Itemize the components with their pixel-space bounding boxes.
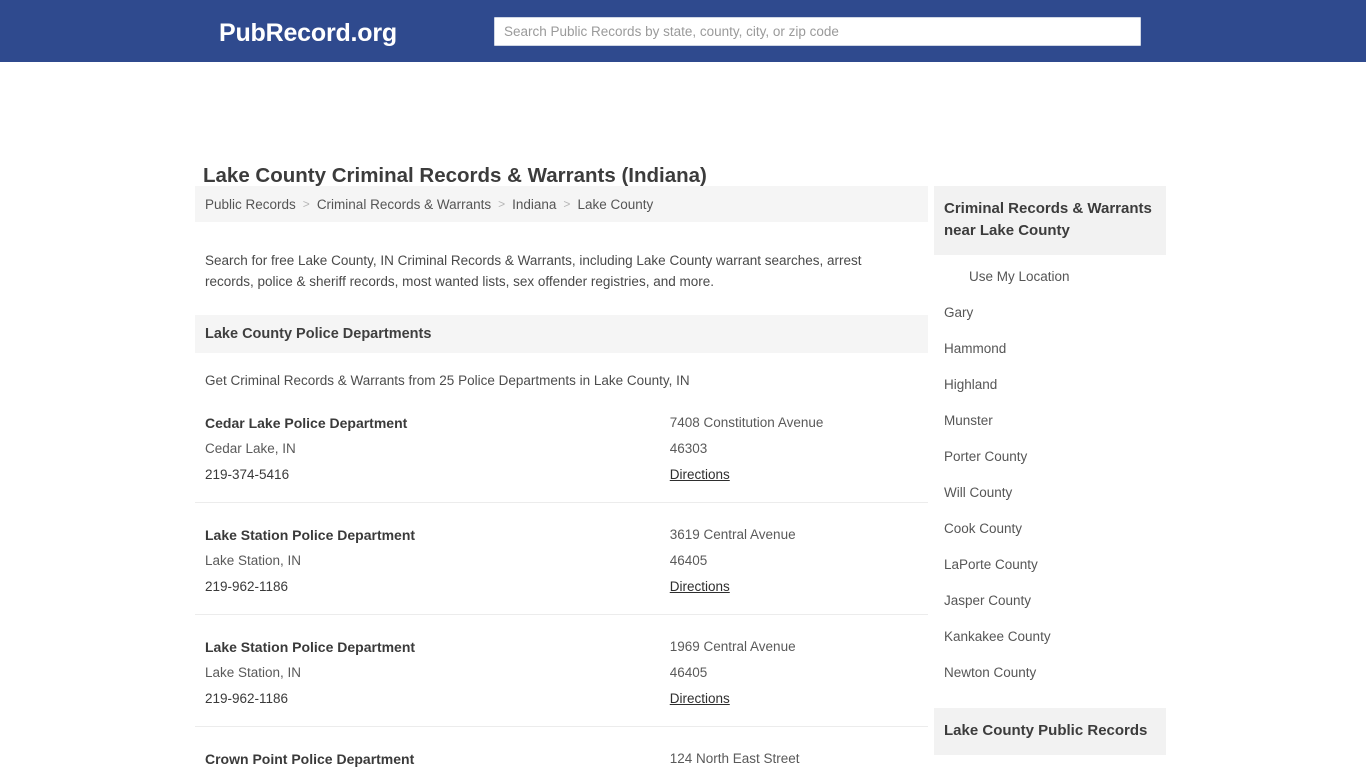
- department-phone: 219-962-1186: [205, 690, 289, 706]
- breadcrumb-separator: >: [302, 197, 310, 211]
- breadcrumb-separator: >: [498, 197, 506, 211]
- sidebar-item-gary[interactable]: Gary: [934, 295, 1166, 331]
- breadcrumb-item-public-records[interactable]: Public Records: [205, 197, 296, 212]
- sidebar-item-newton-county[interactable]: Newton County: [934, 655, 1166, 691]
- department-street: 124 North East Street: [669, 750, 800, 766]
- department-name[interactable]: Lake Station Police Department: [205, 522, 670, 548]
- sidebar-item-porter-county[interactable]: Porter County: [934, 439, 1166, 475]
- department-city: Cedar Lake, IN: [205, 440, 296, 456]
- department-phone: 219-374-5416: [205, 466, 290, 482]
- listing-right-column: 1969 Central Avenue 46405 Directions: [670, 634, 918, 712]
- listing-left-column: Lake Station Police Department Lake Stat…: [205, 634, 670, 712]
- site-header: PubRecord.org: [0, 0, 1366, 62]
- table-row: Lake Station Police Department Lake Stat…: [195, 615, 928, 727]
- listing-right-column: 7408 Constitution Avenue 46303 Direction…: [670, 410, 918, 488]
- sidebar-item-hammond[interactable]: Hammond: [934, 331, 1166, 367]
- department-name[interactable]: Lake Station Police Department: [205, 634, 670, 660]
- sidebar-item-laporte-county[interactable]: LaPorte County: [934, 547, 1166, 583]
- sidebar-item-cook-county[interactable]: Cook County: [934, 511, 1166, 547]
- directions-link[interactable]: Directions: [670, 686, 730, 712]
- listing-left-column: Crown Point Police Department Crown Poin…: [205, 746, 670, 768]
- sidebar-item-use-my-location[interactable]: Use My Location: [934, 259, 1166, 295]
- table-row: Lake Station Police Department Lake Stat…: [195, 503, 928, 615]
- listing-left-column: Lake Station Police Department Lake Stat…: [205, 522, 670, 600]
- department-phone: 219-962-1186: [205, 578, 289, 594]
- department-zip: 46405: [669, 552, 708, 568]
- breadcrumb: Public Records > Criminal Records & Warr…: [195, 186, 928, 222]
- listing-left-column: Cedar Lake Police Department Cedar Lake,…: [205, 410, 670, 488]
- breadcrumb-item-lake-county[interactable]: Lake County: [577, 197, 653, 212]
- department-zip: 46405: [669, 664, 708, 680]
- sidebar: Criminal Records & Warrants near Lake Co…: [934, 186, 1166, 768]
- listing-right-column: 124 North East Street 46307 Directions: [670, 746, 918, 768]
- breadcrumb-item-criminal-records[interactable]: Criminal Records & Warrants: [317, 197, 491, 212]
- sidebar-item-business-licenses[interactable]: Business Licenses & Records: [934, 759, 1166, 768]
- department-street: 7408 Constitution Avenue: [669, 414, 824, 430]
- section-heading: Lake County Police Departments: [195, 314, 928, 353]
- sidebar-nearby-list: Use My Location Gary Hammond Highland Mu…: [934, 255, 1166, 691]
- sidebar-item-jasper-county[interactable]: Jasper County: [934, 583, 1166, 619]
- directions-link[interactable]: Directions: [670, 574, 730, 600]
- department-street: 3619 Central Avenue: [669, 526, 796, 542]
- table-row: Cedar Lake Police Department Cedar Lake,…: [195, 391, 928, 503]
- main-content-column: Public Records > Criminal Records & Warr…: [195, 186, 928, 768]
- sidebar-heading-public-records: Lake County Public Records: [934, 708, 1166, 755]
- page-description: Search for free Lake County, IN Criminal…: [205, 252, 862, 290]
- search-input[interactable]: [494, 17, 1141, 46]
- table-row: Crown Point Police Department Crown Poin…: [195, 727, 928, 768]
- sidebar-heading-nearby: Criminal Records & Warrants near Lake Co…: [934, 186, 1166, 255]
- department-city: Lake Station, IN: [205, 552, 302, 568]
- listing-right-column: 3619 Central Avenue 46405 Directions: [670, 522, 918, 600]
- department-name[interactable]: Crown Point Police Department: [205, 746, 670, 768]
- breadcrumb-separator: >: [563, 197, 571, 211]
- breadcrumb-item-indiana[interactable]: Indiana: [512, 197, 556, 212]
- sidebar-item-will-county[interactable]: Will County: [934, 475, 1166, 511]
- department-name[interactable]: Cedar Lake Police Department: [205, 410, 670, 436]
- site-logo[interactable]: PubRecord.org: [219, 19, 397, 47]
- sidebar-item-highland[interactable]: Highland: [934, 367, 1166, 403]
- department-zip: 46303: [669, 440, 708, 456]
- sidebar-item-kankakee-county[interactable]: Kankakee County: [934, 619, 1166, 655]
- directions-link[interactable]: Directions: [670, 462, 730, 488]
- sidebar-public-records-list: Business Licenses & Records Court Record…: [934, 755, 1166, 768]
- department-city: Lake Station, IN: [205, 664, 302, 680]
- sidebar-item-munster[interactable]: Munster: [934, 403, 1166, 439]
- section-subheading: Get Criminal Records & Warrants from 25 …: [205, 372, 690, 388]
- page-title: Lake County Criminal Records & Warrants …: [203, 163, 707, 187]
- department-street: 1969 Central Avenue: [669, 638, 796, 654]
